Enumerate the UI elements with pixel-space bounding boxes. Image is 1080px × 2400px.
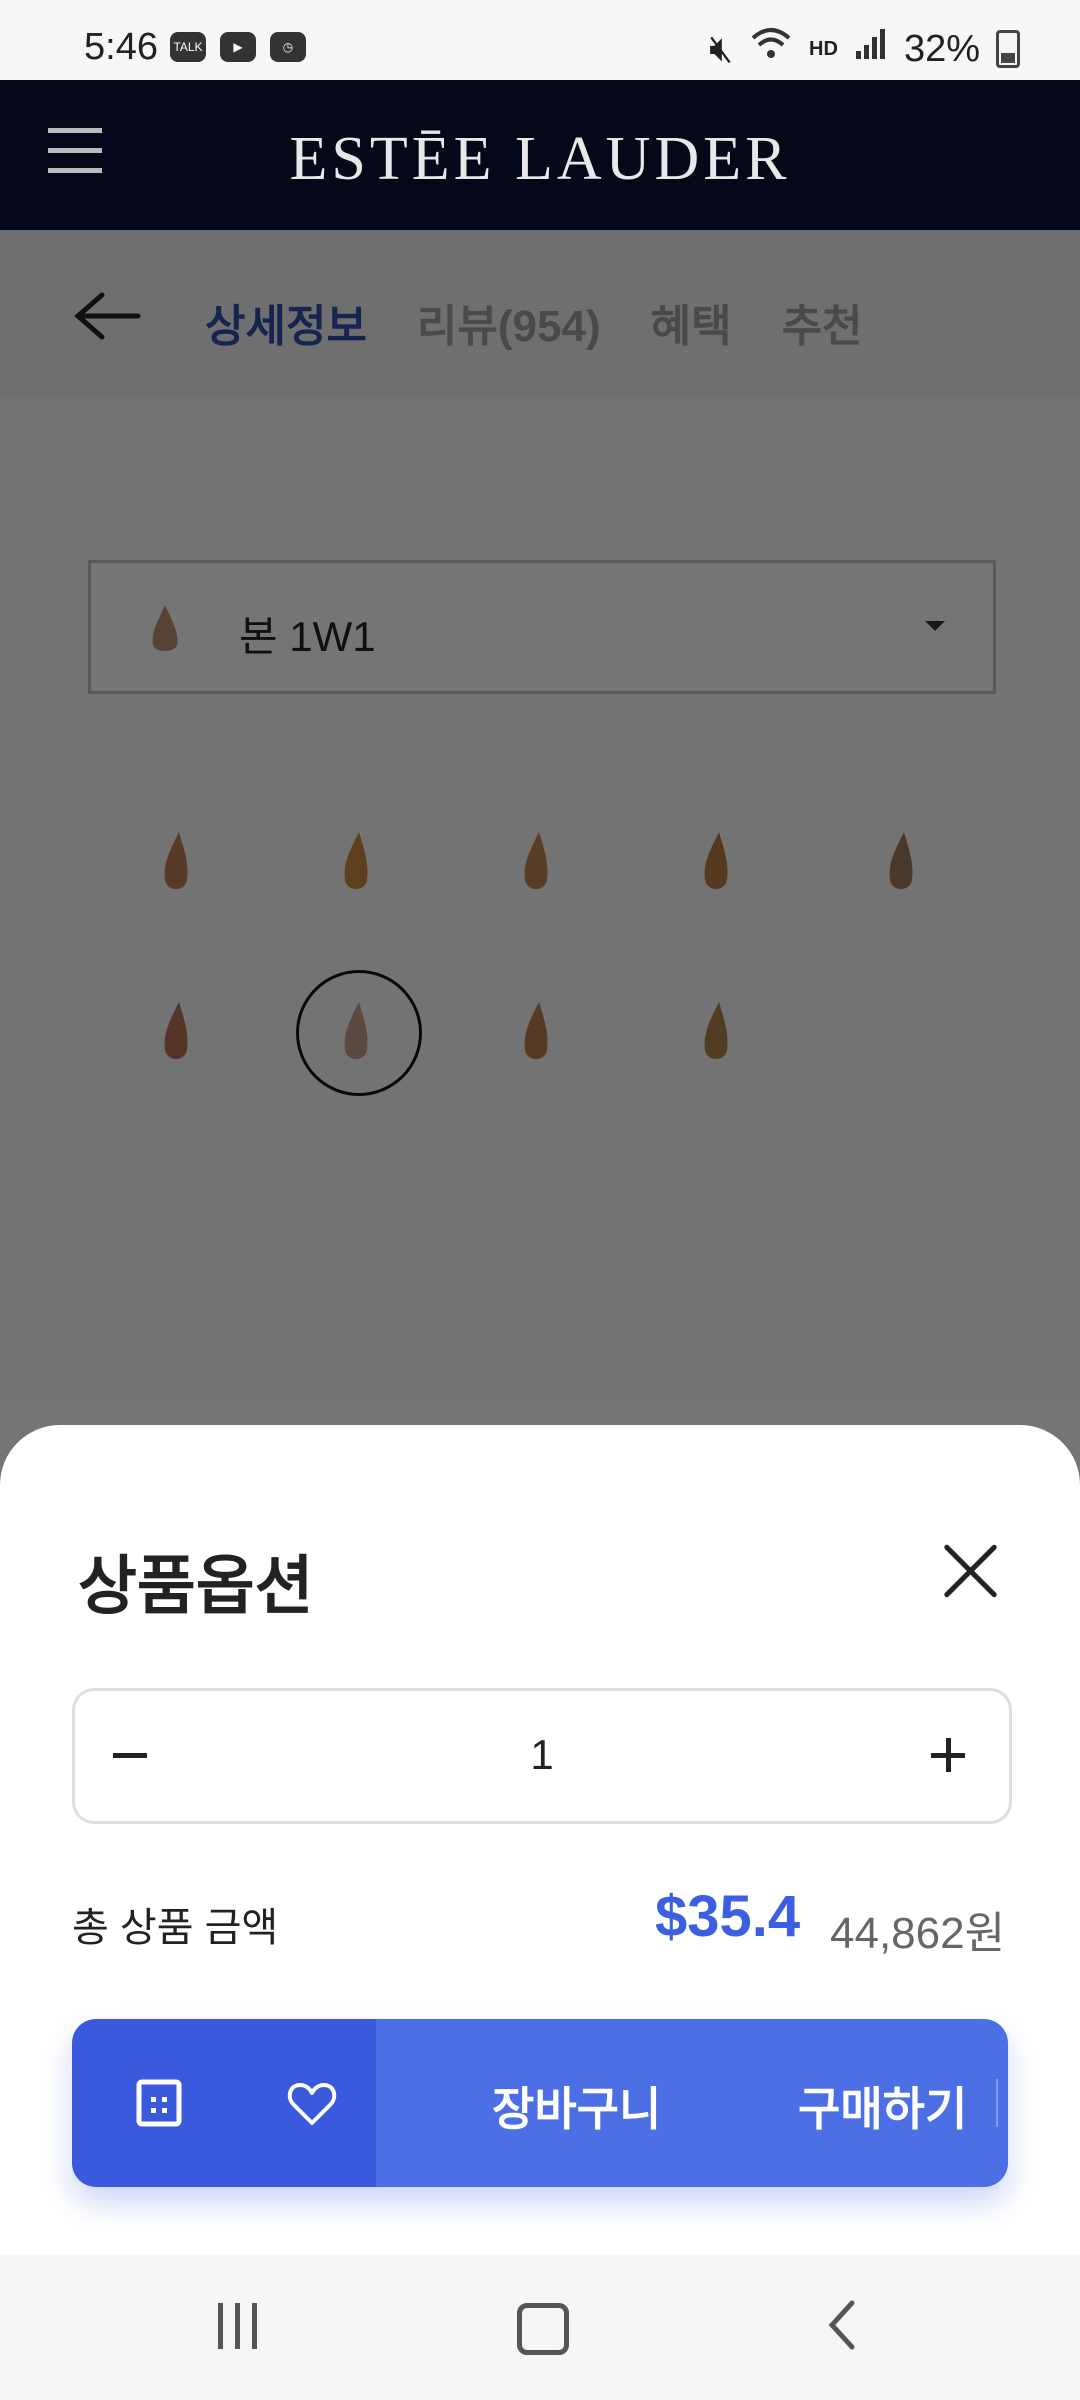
buy-now-button[interactable]: 구매하기 [798,2073,967,2139]
product-content: 본 1W1 [0,398,1080,1398]
shade-swatch[interactable] [685,998,745,1068]
youtube-icon: ▶ [220,32,256,62]
status-bar: 5:46 TALK ▶ ◷ 🔇︎ HD 32% [0,0,1080,80]
tab-reviews[interactable]: 리뷰(954) [417,290,601,354]
tab-bar: 상세정보 리뷰(954) 혜택 추천 [0,230,1080,400]
shade-swatch[interactable] [505,998,565,1068]
shade-swatch[interactable] [870,828,930,898]
shade-swatch[interactable] [145,998,205,1068]
shade-swatch[interactable] [685,828,745,898]
heart-icon[interactable] [286,2079,338,2127]
selected-swatch-ring [296,970,422,1096]
back-icon[interactable] [826,2299,856,2351]
price-usd: $35.4 [655,1884,801,1949]
sheet-title: 상품옵션 [78,1550,314,1622]
quantity-stepper: 1 [72,1688,1012,1824]
calculator-icon[interactable] [136,2079,182,2127]
brand-logo[interactable]: ESTĒE LAUDER [0,124,1080,195]
tab-details[interactable]: 상세정보 [205,290,367,354]
system-nav-bar [0,2255,1080,2400]
shade-swatch[interactable] [505,828,565,898]
mute-icon: 🔇︎ [709,27,734,70]
tab-recommend[interactable]: 추천 [782,290,863,354]
hd-voice-icon: HD [809,37,838,60]
close-icon[interactable] [940,1541,1000,1601]
action-bar: 장바구니 구매하기 [72,2019,1008,2187]
price-krw: 44,862원 [830,1909,1006,1958]
talk-icon: TALK [170,32,206,62]
shade-swatch[interactable] [325,828,385,898]
wifi-icon [749,26,793,72]
recent-apps-icon[interactable] [214,2303,264,2351]
quantity-value[interactable]: 1 [75,1731,1009,1779]
status-time: 5:46 [84,26,158,68]
battery-icon [996,30,1020,68]
clock-icon: ◷ [270,32,306,62]
app-header: ESTĒE LAUDER [0,80,1080,230]
system-icons: 🔇︎ HD 32% [709,26,1020,72]
home-icon[interactable] [517,2303,569,2355]
action-left [72,2019,376,2187]
notification-icons: TALK ▶ ◷ [170,32,306,62]
total-price-label: 총 상품 금액 [72,1906,279,1950]
shade-swatch-grid [0,398,1080,1398]
back-arrow-icon[interactable] [72,290,142,352]
option-sheet: 상품옵션 1 총 상품 금액 $35.4 44,862원 장바구니 구매하기 [0,1425,1080,2255]
plus-icon[interactable] [931,1735,971,1775]
shade-swatch[interactable] [145,828,205,898]
tab-benefits[interactable]: 혜택 [651,290,732,354]
battery-percent: 32% [903,27,980,70]
signal-icon [854,27,888,71]
add-to-cart-button[interactable]: 장바구니 [492,2073,661,2139]
tabs: 상세정보 리뷰(954) 혜택 추천 [205,290,863,354]
action-divider [996,2079,998,2127]
